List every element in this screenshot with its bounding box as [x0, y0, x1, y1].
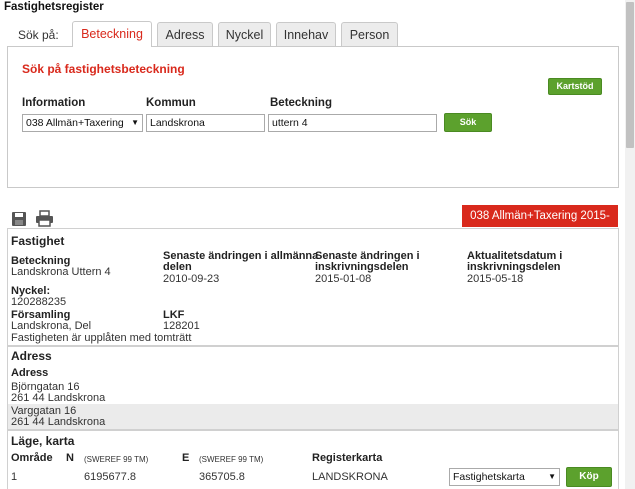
adress-city-2: 261 44 Landskrona [11, 416, 106, 428]
senaste-inskr-label-2: inskrivningsdelen [315, 261, 409, 273]
col-e-unit: (SWEREF 99 TM) [199, 455, 264, 464]
row-n: 6195677.8 [84, 471, 136, 483]
beteckning-input[interactable]: uttern 4 [268, 114, 437, 132]
row-omrade: 1 [11, 471, 18, 483]
col-n-unit: (SWEREF 99 TM) [84, 455, 149, 464]
aktualitet-label-2: inskrivningsdelen [467, 261, 561, 273]
row-e: 365705.8 [199, 471, 245, 483]
print-icon[interactable] [35, 210, 54, 227]
search-by-label: Sök på: [18, 28, 59, 42]
information-select[interactable]: 038 Allmän+Taxering ▼ [22, 114, 143, 132]
search-button[interactable]: Sök [444, 113, 492, 132]
senaste-inskr-value: 2015-01-08 [315, 273, 372, 285]
adress-title: Adress [11, 349, 52, 363]
map-type-select[interactable]: Fastighetskarta ▼ [449, 468, 560, 486]
forsamling-value: Landskrona, Del [11, 320, 92, 332]
kommun-input[interactable]: Landskrona [146, 114, 265, 132]
col-e: E [182, 452, 190, 464]
kommun-label: Kommun [146, 97, 196, 109]
tomtratt-note: Fastigheten är upplåten med tomträtt [11, 332, 192, 344]
fastighet-section [7, 228, 619, 346]
chevron-down-icon: ▼ [548, 472, 556, 481]
save-icon[interactable] [11, 211, 27, 227]
col-n: N [66, 452, 74, 464]
buy-button[interactable]: Köp [566, 467, 612, 487]
tab-beteckning[interactable]: Beteckning [72, 21, 152, 47]
search-heading: Sök på fastighetsbeteckning [22, 62, 185, 76]
senaste-allman-value: 2010-09-23 [163, 273, 220, 285]
row-registerkarta: LANDSKRONA [312, 471, 388, 483]
nyckel-value: 120288235 [11, 296, 67, 308]
tab-nyckel[interactable]: Nyckel [218, 22, 271, 46]
tab-adress[interactable]: Adress [157, 22, 213, 46]
adress-field-label: Adress [11, 367, 49, 379]
map-type-select-value: Fastighetskarta [453, 471, 525, 483]
information-label: Information [22, 97, 86, 109]
adress-city-1: 261 44 Landskrona [11, 392, 106, 404]
scrollbar-thumb[interactable] [626, 2, 634, 148]
lage-title: Läge, karta [11, 434, 75, 448]
lkf-value: 128201 [163, 320, 200, 332]
information-select-value: 038 Allmän+Taxering [26, 117, 124, 129]
aktualitet-value: 2015-05-18 [467, 273, 524, 285]
result-badge: 038 Allmän+Taxering 2015-05-22 [462, 205, 618, 244]
map-support-button[interactable]: Kartstöd [548, 78, 602, 95]
chevron-down-icon: ▼ [131, 118, 139, 127]
fastighet-title: Fastighet [11, 234, 65, 248]
senaste-allman-label-2: delen [163, 261, 192, 273]
col-omrade: Område [11, 452, 53, 464]
col-registerkarta: Registerkarta [312, 452, 383, 464]
beteckning-value: Landskrona Uttern 4 [11, 266, 111, 278]
app-title: Fastighetsregister [4, 1, 104, 13]
tab-innehav[interactable]: Innehav [276, 22, 336, 46]
tab-person[interactable]: Person [341, 22, 398, 46]
beteckning-label: Beteckning [270, 97, 332, 109]
